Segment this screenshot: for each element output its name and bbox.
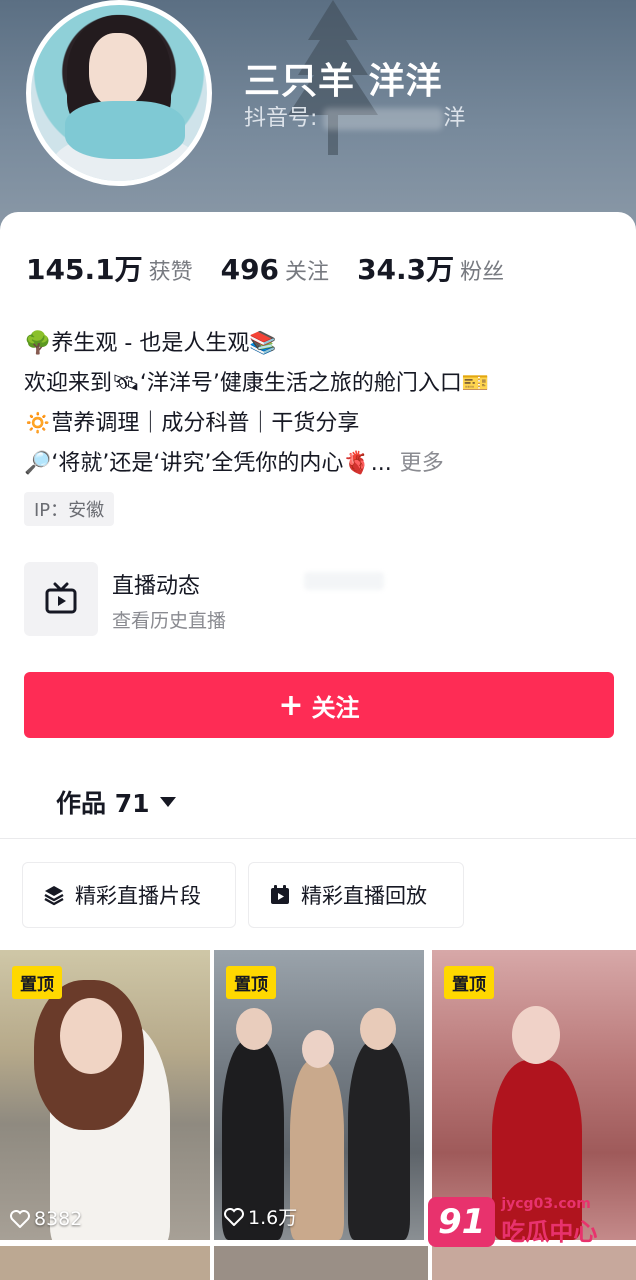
profile-page: 三只羊 洋洋 抖音号: 洋 145.1万 获赞 496 关注 34.3万 粉丝 🌳… — [0, 0, 636, 1280]
profile-banner: 三只羊 洋洋 抖音号: 洋 — [0, 0, 636, 240]
video-tile[interactable]: 置顶 8382 — [0, 950, 210, 1240]
pinned-badge: 置顶 — [444, 966, 494, 999]
douyin-id-partial: 洋 — [443, 106, 466, 131]
like-count: 8382 — [10, 1208, 82, 1230]
live-clips-chip[interactable]: 精彩直播片段 — [22, 862, 236, 928]
douyin-id[interactable]: 抖音号: 洋 — [244, 100, 465, 132]
stat-label: 粉丝 — [460, 260, 505, 285]
follow-button[interactable]: + 关注 — [24, 672, 614, 738]
video-tile-partial[interactable] — [432, 1246, 636, 1280]
nickname: 三只羊 洋洋 — [244, 61, 443, 102]
tab-works[interactable]: 作品 71 — [56, 784, 176, 820]
bio: 🌳养生观 - 也是人生观📚 欢迎来到🛰‘洋洋号’健康生活之旅的舱门入口🎫 🔅营养… — [24, 324, 489, 484]
bio-line: 🔅营养调理｜成分科普｜干货分享 — [24, 411, 360, 436]
like-count-value: 8382 — [34, 1208, 83, 1230]
video-figure — [60, 998, 122, 1074]
tab-works-label: 作品 71 — [56, 789, 150, 818]
ip-tag: IP：安徽 — [24, 492, 115, 526]
video-tile[interactable]: 置顶 1.6万 — [214, 950, 424, 1240]
stat-following[interactable]: 496 关注 — [221, 253, 329, 286]
tv-icon — [24, 562, 98, 636]
watermark: 91 jycg03.com 吃瓜中心 — [428, 1196, 597, 1247]
like-count-value: 1.6万 — [248, 1207, 298, 1229]
live-subtitle: 查看历史直播 — [112, 610, 227, 632]
blur-overlay — [304, 572, 384, 590]
video-figure — [302, 1030, 334, 1068]
stats-row: 145.1万 获赞 496 关注 34.3万 粉丝 — [26, 248, 532, 288]
layers-icon — [43, 884, 65, 906]
pinned-badge: 置顶 — [226, 966, 276, 999]
stat-value: 145.1万 — [26, 253, 143, 286]
stat-label: 关注 — [285, 260, 330, 285]
blur-overlay — [220, 602, 370, 630]
live-title: 直播动态 — [112, 574, 201, 599]
video-figure — [236, 1008, 272, 1050]
caret-down-icon — [159, 797, 176, 807]
chip-label: 精彩直播片段 — [75, 884, 201, 908]
plus-icon: + — [278, 687, 304, 723]
stat-label: 获赞 — [148, 260, 193, 285]
douyin-id-label: 抖音号: — [244, 106, 318, 131]
watermark-name: 吃瓜中心 — [501, 1218, 598, 1246]
live-replay-chip[interactable]: 精彩直播回放 — [248, 862, 464, 928]
stat-value: 496 — [220, 253, 280, 286]
video-figure — [512, 1006, 560, 1064]
video-tile-partial[interactable] — [214, 1246, 428, 1280]
heart-icon — [10, 1210, 30, 1228]
follow-button-label: 关注 — [311, 693, 360, 722]
chip-label: 精彩直播回放 — [301, 884, 427, 908]
stat-likes[interactable]: 145.1万 获赞 — [26, 248, 193, 288]
bio-line: 🌳养生观 - 也是人生观📚 — [24, 331, 277, 356]
play-calendar-icon — [269, 884, 291, 906]
watermark-number: 91 — [428, 1196, 496, 1247]
video-figure — [348, 1040, 410, 1240]
watermark-site: jycg03.com — [501, 1196, 591, 1212]
more-link[interactable]: 更多 — [400, 451, 444, 476]
bio-line-text: 🔎‘将就’还是‘讲究’全凭你的内心🫀... — [24, 451, 392, 476]
like-count: 1.6万 — [224, 1203, 297, 1230]
stat-followers[interactable]: 34.3万 粉丝 — [357, 248, 504, 288]
profile-card: 145.1万 获赞 496 关注 34.3万 粉丝 🌳养生观 - 也是人生观📚 … — [0, 212, 636, 1280]
heart-icon — [224, 1207, 244, 1226]
video-figure — [360, 1008, 396, 1050]
divider — [0, 838, 636, 839]
video-tile-partial[interactable] — [0, 1246, 210, 1280]
live-history-entry[interactable]: 直播动态 查看历史直播 — [24, 562, 484, 640]
bio-line: 🔎‘将就’还是‘讲究’全凭你的内心🫀... 更多 — [24, 444, 489, 484]
stat-value: 34.3万 — [357, 253, 455, 286]
avatar[interactable] — [26, 0, 212, 186]
douyin-id-blur — [323, 108, 444, 130]
bio-line: 欢迎来到🛰‘洋洋号’健康生活之旅的舱门入口🎫 — [24, 371, 490, 396]
pinned-badge: 置顶 — [12, 966, 62, 999]
video-figure — [290, 1060, 344, 1240]
